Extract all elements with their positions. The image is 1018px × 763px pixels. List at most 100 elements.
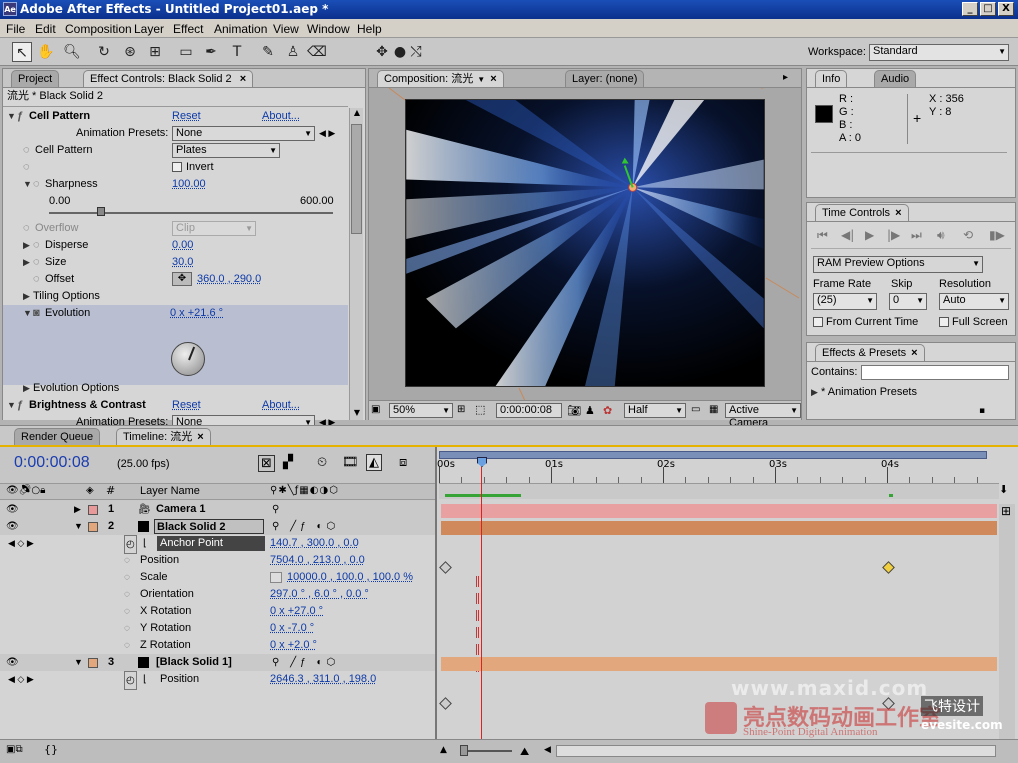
loop-icon[interactable]: ⟲	[963, 228, 973, 242]
effect-brightness-contrast[interactable]: ▼ƒ Brightness & Contrast	[7, 397, 146, 414]
comp-mini-flowchart-icon[interactable]: ⊠	[258, 455, 275, 472]
collapse-triangle-icon[interactable]: ▼	[7, 108, 17, 125]
eye-icon[interactable]: 👁︎	[6, 518, 19, 535]
property-value[interactable]: 0 x -7.0 °	[270, 620, 314, 637]
evolution-value[interactable]: 0 x +21.6 °	[170, 305, 223, 322]
timeline-hscroll[interactable]	[556, 745, 996, 757]
toggle-switches-icon[interactable]: ▣⧉	[6, 744, 23, 755]
property-row[interactable]: ◀ ◇ ▶ ◴ ⌊ Position 2646.3 , 311.0 , 198.…	[0, 671, 435, 690]
menu-view[interactable]: View	[273, 22, 299, 36]
current-time-display[interactable]: 0:00:00:08	[496, 403, 562, 418]
stopwatch-icon[interactable]: ◌	[124, 569, 130, 586]
layer-row[interactable]: 👁︎ ▼ 3 [Black Solid 1] ⚲ ╱ƒ ◐⬡	[0, 654, 435, 671]
layer-row[interactable]: 👁︎ ▼ 2 Black Solid 2 ⚲ ╱ƒ ◐⬡	[0, 518, 435, 535]
close-button[interactable]: X	[998, 2, 1014, 16]
scroll-down-icon[interactable]: ▼	[351, 408, 363, 420]
menu-effect[interactable]: Effect	[173, 22, 203, 36]
menu-file[interactable]: File	[6, 22, 25, 36]
timeline-vscroll[interactable]: ⊞	[999, 504, 1015, 744]
label-color-swatch[interactable]	[88, 522, 98, 532]
time-ruler[interactable]: 00s 01s 02s 03s 04s	[437, 459, 997, 483]
expand-triangle-icon[interactable]: ▶	[811, 384, 821, 401]
scroll-up-icon[interactable]: ▲	[351, 108, 363, 120]
track-xy-camera-icon[interactable]: ⊞	[145, 42, 165, 62]
zoom-tool-icon[interactable]: 🔍︎	[62, 42, 82, 62]
eye-icon[interactable]: 👁︎	[6, 501, 19, 518]
preset-nav-icon[interactable]: ◀ ▶	[319, 125, 335, 142]
expand-collapse-icon[interactable]: {}	[44, 743, 58, 756]
keyframe-nav-icon[interactable]: ◀ ◇ ▶	[8, 535, 34, 552]
expand-triangle-icon[interactable]: ▶	[23, 254, 33, 271]
transparency-grid-icon[interactable]: ▦	[709, 404, 718, 415]
view-axis-icon[interactable]: ⤭	[406, 42, 426, 62]
layer-name[interactable]: Black Solid 2	[154, 519, 264, 534]
effect-cell-pattern[interactable]: ▼ƒ Cell Pattern	[7, 108, 90, 125]
keyframe-diamond[interactable]	[882, 697, 895, 710]
skip-dropdown[interactable]: 0	[889, 293, 927, 310]
keyframe-diamond[interactable]	[439, 561, 452, 574]
work-area-bar[interactable]	[439, 451, 987, 459]
graph-icon[interactable]: ⌊	[143, 671, 147, 688]
first-frame-icon[interactable]: ⏮	[817, 228, 828, 243]
tab-composition[interactable]: Composition: 流光 ▼ ×	[377, 70, 504, 87]
scroll-left-icon[interactable]: ◀	[544, 745, 551, 755]
about-link[interactable]: About...	[262, 108, 300, 125]
about-link[interactable]: About...	[262, 397, 300, 414]
shy-switch-icon[interactable]: ⚲	[272, 501, 279, 518]
motion-blur-icon[interactable]: ◭	[366, 454, 382, 471]
zoom-icon[interactable]: ⊞	[1001, 504, 1011, 518]
show-snapshot-icon[interactable]: ♟	[585, 404, 595, 417]
stopwatch-icon[interactable]: ◌	[33, 254, 45, 271]
evolution-dial[interactable]	[171, 342, 205, 376]
label-color-swatch[interactable]	[88, 658, 98, 668]
col-layer-name[interactable]: Layer Name	[140, 485, 200, 497]
switches-icons[interactable]: ⚲ ╱ƒ ◐⬡	[272, 654, 339, 671]
panel-menu-icon[interactable]: ▸	[783, 72, 788, 83]
workspace-dropdown[interactable]: Standard	[869, 44, 1009, 61]
label-color-swatch[interactable]	[88, 505, 98, 515]
selection-tool-icon[interactable]: ↖	[12, 42, 32, 62]
text-tool-icon[interactable]: T	[227, 42, 247, 62]
keyframe-nav-icon[interactable]: ◀ ◇ ▶	[8, 671, 34, 688]
tab-effect-controls[interactable]: Effect Controls: Black Solid 2 ×	[83, 70, 254, 87]
sharpness-slider-handle[interactable]	[97, 207, 105, 216]
stopwatch-icon[interactable]: ◌	[23, 159, 35, 176]
close-icon[interactable]: ×	[490, 73, 496, 85]
stopwatch-icon[interactable]: ◌	[33, 271, 45, 288]
new-folder-icon[interactable]: ▪	[979, 406, 985, 416]
property-name[interactable]: Anchor Point	[157, 536, 265, 551]
property-value[interactable]: 7504.0 , 213.0 , 0.0	[270, 552, 365, 569]
menu-edit[interactable]: Edit	[35, 22, 56, 36]
previous-frame-icon[interactable]: ◀|	[841, 228, 854, 242]
maximize-button[interactable]: □	[980, 2, 996, 16]
tab-render-queue[interactable]: Render Queue	[14, 428, 101, 445]
keyframe-ibeam[interactable]	[476, 576, 479, 587]
rectangle-mask-icon[interactable]: ▭	[176, 42, 196, 62]
last-frame-icon[interactable]: ⏭	[911, 228, 922, 243]
collapse-triangle-icon[interactable]: ▼	[74, 654, 83, 671]
keyframe-diamond[interactable]	[439, 697, 452, 710]
tab-layer[interactable]: Layer: (none)	[565, 70, 645, 87]
effects-search-input[interactable]	[861, 365, 1009, 380]
stopwatch-icon[interactable]: ◌	[124, 586, 130, 603]
property-value[interactable]: 2646.3 , 311.0 , 198.0	[270, 671, 376, 688]
frame-rate-dropdown[interactable]: (25)	[813, 293, 877, 310]
layer-row[interactable]: 👁︎ ▶ 1 🎥︎ Camera 1 ⚲	[0, 501, 435, 518]
property-row[interactable]: ◌ Position 7504.0 , 213.0 , 0.0	[0, 552, 435, 569]
layer-bar-camera[interactable]	[441, 504, 997, 518]
property-value[interactable]: 0 x +27.0 °	[270, 603, 323, 620]
resolution-dropdown[interactable]: Auto	[939, 293, 1009, 310]
tab-info[interactable]: Info	[815, 70, 848, 87]
live-update-icon[interactable]: ▞	[283, 455, 293, 470]
keyframe-ibeam[interactable]	[476, 644, 479, 655]
zoom-slider-handle[interactable]	[460, 745, 468, 756]
expand-triangle-icon[interactable]: ▶	[23, 380, 33, 397]
collapse-triangle-icon[interactable]: ▼	[23, 176, 33, 193]
channel-icon[interactable]: ✿	[603, 404, 612, 417]
layer-name[interactable]: [Black Solid 1]	[156, 654, 232, 671]
property-value[interactable]: 297.0 ° , 6.0 ° , 0.0 °	[270, 586, 369, 603]
tab-time-controls[interactable]: Time Controls ×	[815, 204, 909, 221]
magnification-dropdown[interactable]: 50%	[389, 403, 453, 418]
ram-preview-options-dropdown[interactable]: RAM Preview Options	[813, 256, 983, 273]
ram-preview-icon[interactable]: ▮▶	[989, 228, 1005, 242]
